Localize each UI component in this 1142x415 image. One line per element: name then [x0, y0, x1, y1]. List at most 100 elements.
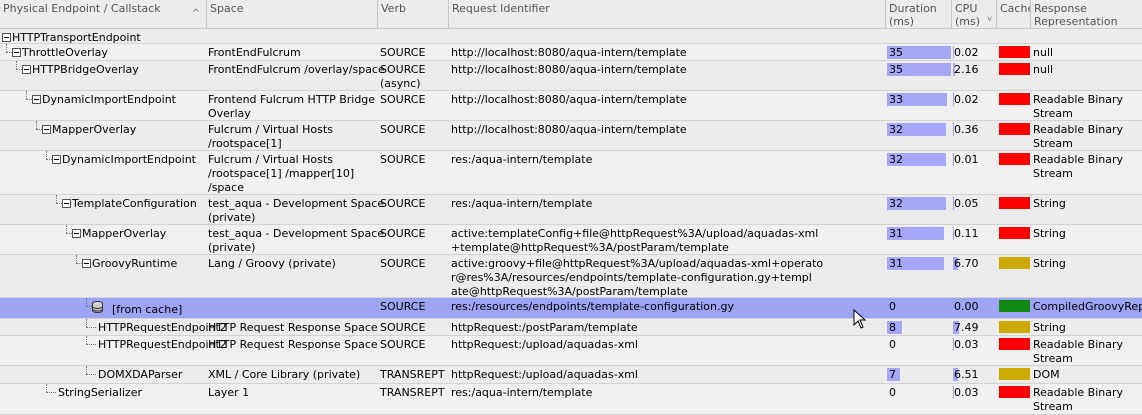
duration-value: 0	[889, 338, 896, 351]
request-identifier-cell: http://localhost:8080/aqua-intern/templa…	[451, 93, 687, 106]
collapse-toggle-icon[interactable]	[72, 229, 81, 238]
table-row[interactable]: [from cache] SOURCE res:/resources/endpoin…	[0, 298, 1142, 319]
duration-value: 31	[889, 227, 903, 240]
cpu-value: 2.16	[954, 63, 979, 76]
request-identifier-cell: http://localhost:8080/aqua-intern/templa…	[451, 63, 687, 76]
space-cell: Layer 1	[208, 386, 250, 399]
chevron-down-icon: v	[987, 14, 992, 23]
table-row[interactable]: MapperOverlay test_aqua - Development Spa…	[0, 225, 1142, 255]
response-representation-cell: Readable Binary Stream	[1033, 93, 1124, 120]
cache-status-swatch	[999, 46, 1030, 58]
table-row[interactable]: DynamicImportEndpoint Frontend Fulcrum HT…	[0, 91, 1142, 121]
duration-value: 31	[889, 257, 903, 270]
verb-cell: SOURCE (async)	[380, 63, 426, 90]
tree-vertical-line	[86, 319, 87, 327]
column-header-request[interactable]: Request Identifier	[449, 0, 886, 28]
cpu-value: 0.03	[954, 338, 979, 351]
tree-vertical-line	[46, 151, 47, 159]
cache-status-swatch	[999, 197, 1030, 209]
cache-status-swatch	[999, 257, 1030, 269]
cpu-value: 0.36	[954, 123, 979, 136]
table-row[interactable]: GroovyRuntime Lang / Groovy (private) SOUR…	[0, 255, 1142, 298]
column-header-duration-label: Duration	[889, 2, 937, 15]
duration-value: 33	[889, 93, 903, 106]
cpu-value: 6.51	[954, 368, 979, 381]
space-cell: XML / Core Library (private)	[208, 368, 361, 381]
table-row[interactable]: DOMXDAParser XML / Core Library (private)…	[0, 366, 1142, 384]
cpu-value: 6.70	[954, 257, 979, 270]
table-row[interactable]: TemplateConfiguration test_aqua - Develop…	[0, 195, 1142, 225]
duration-value: 35	[889, 46, 903, 59]
collapse-toggle-icon[interactable]	[2, 33, 11, 42]
table-row[interactable]: HTTPBridgeOverlay FrontEndFulcrum /overla…	[0, 61, 1142, 91]
response-representation-cell: DOM	[1033, 368, 1060, 381]
response-representation-cell: String	[1033, 227, 1066, 240]
request-identifier-cell: res:/resources/endpoints/template-config…	[451, 300, 734, 313]
duration-value: 32	[889, 153, 903, 166]
tree-vertical-line	[76, 255, 77, 263]
cache-database-icon	[92, 301, 103, 314]
collapse-toggle-icon[interactable]	[42, 125, 51, 134]
column-header-response-unit: Representation	[1034, 15, 1118, 28]
cache-status-swatch	[999, 300, 1030, 312]
table-row[interactable]: MapperOverlay Fulcrum / Virtual Hosts /ro…	[0, 121, 1142, 151]
tree-vertical-line	[16, 61, 17, 69]
verb-cell: SOURCE	[380, 197, 426, 210]
response-representation-cell: Readable Binary Stream	[1033, 386, 1124, 413]
verb-cell: TRANSREPT	[380, 368, 445, 381]
column-header-cpu[interactable]: CPU (ms) v	[952, 0, 997, 28]
table-row[interactable]: HTTPRequestEndpoint2 HTTP Request Respons…	[0, 336, 1142, 366]
duration-value: 0	[889, 386, 896, 399]
duration-value: 0	[889, 300, 896, 313]
verb-cell: TRANSREPT	[380, 386, 445, 399]
table-row[interactable]: DynamicImportEndpoint Fulcrum / Virtual H…	[0, 151, 1142, 195]
collapse-toggle-icon[interactable]	[62, 199, 71, 208]
column-header-space-label: Space	[210, 2, 244, 15]
column-header-response-label: Response	[1034, 2, 1087, 15]
table-row[interactable]: HTTPTransportEndpoint	[0, 29, 1142, 44]
column-header-space[interactable]: Space	[207, 0, 378, 28]
request-identifier-cell: active:templateConfig+file@httpRequest%3…	[451, 227, 819, 254]
space-cell: Fulcrum / Virtual Hosts /rootspace[1] /m…	[208, 153, 355, 194]
request-identifier-cell: res:/aqua-intern/template	[451, 386, 593, 399]
tree-vertical-line	[26, 91, 27, 99]
request-identifier-cell: http://localhost:8080/aqua-intern/templa…	[451, 123, 687, 136]
collapse-toggle-icon[interactable]	[82, 259, 91, 268]
verb-cell: SOURCE	[380, 46, 426, 59]
cpu-value: 0.02	[954, 46, 979, 59]
tree-branch-line	[86, 344, 96, 345]
cpu-value: 0.01	[954, 153, 979, 166]
response-representation-cell: String	[1033, 257, 1066, 270]
endpoint-name: DynamicImportEndpoint	[62, 153, 196, 166]
collapse-toggle-icon[interactable]	[12, 48, 21, 57]
tree-vertical-line	[86, 298, 87, 306]
endpoint-name: ThrottleOverlay	[22, 46, 108, 59]
column-header-callstack-label: Physical Endpoint / Callstack	[3, 2, 161, 15]
column-header-bar: Physical Endpoint / Callstack ^ Space Ve…	[0, 0, 1142, 29]
collapse-toggle-icon[interactable]	[22, 65, 31, 74]
collapse-toggle-icon[interactable]	[32, 95, 41, 104]
endpoint-name: DynamicImportEndpoint	[42, 93, 176, 106]
tree-vertical-line	[6, 44, 7, 52]
tree-vertical-line	[36, 121, 37, 129]
table-row[interactable]: HTTPRequestEndpoint2 HTTP Request Respons…	[0, 319, 1142, 336]
tree-vertical-line	[46, 384, 47, 392]
column-header-request-label: Request Identifier	[452, 2, 550, 15]
table-row[interactable]: StringSerializer Layer 1 TRANSREPT res:/aqu…	[0, 384, 1142, 415]
column-header-response[interactable]: Response Representation	[1031, 0, 1142, 28]
cache-status-swatch	[999, 386, 1030, 398]
response-representation-cell: Readable Binary Stream	[1033, 338, 1124, 365]
column-header-cache[interactable]: Cache	[997, 0, 1031, 28]
collapse-toggle-icon[interactable]	[52, 155, 61, 164]
column-header-verb[interactable]: Verb	[378, 0, 449, 28]
verb-cell: SOURCE	[380, 321, 426, 334]
table-row[interactable]: ThrottleOverlay FrontEndFulcrum SOURCE http…	[0, 44, 1142, 61]
space-cell: Frontend Fulcrum HTTP Bridge Overlay	[208, 93, 376, 120]
tree-branch-line	[86, 327, 96, 328]
space-cell: HTTP Request Response Space	[208, 321, 378, 334]
cache-status-swatch	[999, 153, 1030, 165]
tree-branch-line	[86, 374, 96, 375]
column-header-callstack[interactable]: Physical Endpoint / Callstack ^	[0, 0, 207, 28]
column-header-duration[interactable]: Duration (ms)	[886, 0, 952, 28]
cache-status-swatch	[999, 63, 1030, 75]
